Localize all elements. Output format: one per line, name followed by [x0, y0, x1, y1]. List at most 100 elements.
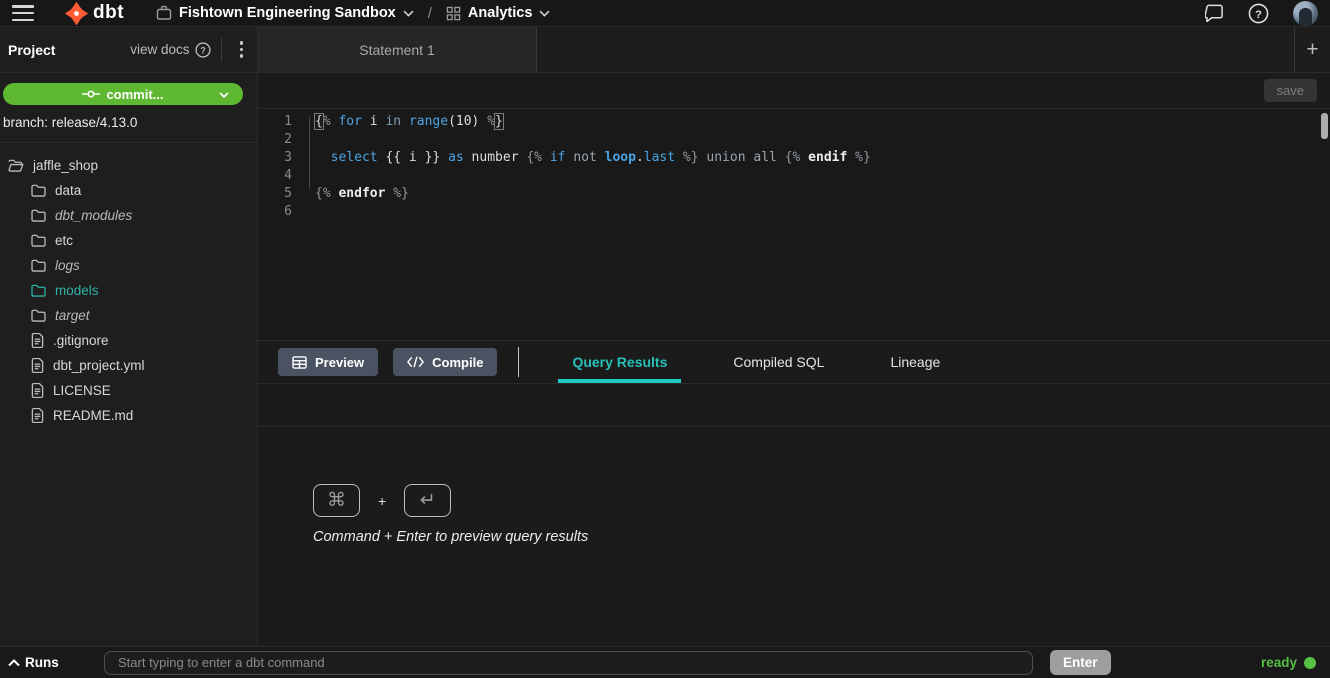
view-docs-label: view docs	[130, 42, 189, 57]
sidebar-title: Project	[8, 42, 55, 58]
chevron-down-icon	[539, 10, 550, 17]
tree-item-logs[interactable]: logs	[0, 253, 257, 278]
results-toolbar: Preview Compile Query Results Compiled SQ…	[258, 340, 1330, 384]
results-tab-compiled-sql[interactable]: Compiled SQL	[719, 341, 838, 383]
code-line[interactable]: 5{% endfor %}	[258, 186, 1330, 204]
editor-tab-bar: Statement 1 +	[258, 27, 1330, 73]
line-content: {% for i in range(10) %}	[292, 114, 503, 132]
tree-item-label: LICENSE	[53, 383, 111, 398]
briefcase-icon	[156, 5, 172, 21]
runs-toggle[interactable]: Runs	[8, 655, 104, 670]
code-line[interactable]: 3 select {{ i }} as number {% if not loo…	[258, 150, 1330, 168]
tree-item-label: etc	[55, 233, 73, 248]
user-avatar[interactable]	[1293, 1, 1318, 26]
hamburger-menu-icon[interactable]	[12, 5, 34, 21]
help-circle-icon: ?	[195, 42, 211, 58]
breadcrumb-separator: /	[428, 5, 432, 22]
tree-item-label: models	[55, 283, 99, 298]
status-indicator: ready	[1261, 655, 1316, 670]
tree-item-dbt-project-yml[interactable]: dbt_project.yml	[0, 353, 257, 378]
line-number: 4	[258, 168, 292, 186]
svg-text:?: ?	[1255, 8, 1262, 20]
save-button[interactable]: save	[1264, 79, 1317, 102]
tree-item-readme-md[interactable]: README.md	[0, 403, 257, 428]
folder-icon	[31, 209, 46, 222]
tab-label: Statement 1	[359, 42, 435, 58]
tree-item-label: jaffle_shop	[33, 158, 98, 173]
command-key-icon: ⌘	[313, 484, 360, 517]
tree-item-label: dbt_project.yml	[53, 358, 145, 373]
chat-icon[interactable]	[1205, 4, 1224, 22]
tree-item-models[interactable]: models	[0, 278, 257, 303]
results-tab-lineage[interactable]: Lineage	[876, 341, 954, 383]
top-bar: dbt Fishtown Engineering Sandbox / Analy…	[0, 0, 1330, 27]
line-number: 6	[258, 204, 292, 222]
editor-column: Statement 1 + save 1{% for i in range(10…	[258, 27, 1330, 646]
code-line[interactable]: 1{% for i in range(10) %}	[258, 114, 1330, 132]
branch-label: branch: release/4.13.0	[0, 105, 257, 142]
enter-button[interactable]: Enter	[1050, 650, 1111, 675]
tree-item-dbt-modules[interactable]: dbt_modules	[0, 203, 257, 228]
tree-item-label: .gitignore	[53, 333, 109, 348]
main-area: Project view docs ? commit... branch: re…	[0, 27, 1330, 646]
line-content	[292, 132, 315, 150]
compile-button[interactable]: Compile	[393, 348, 497, 376]
editor-scrollbar-thumb[interactable]	[1321, 113, 1328, 139]
tree-item-label: target	[55, 308, 90, 323]
tree-item-jaffle-shop[interactable]: jaffle_shop	[0, 153, 257, 178]
table-icon	[292, 356, 307, 369]
tree-item-label: README.md	[53, 408, 133, 423]
plus-separator: +	[378, 493, 386, 509]
editor-toolbar: save	[258, 73, 1330, 108]
code-line[interactable]: 2	[258, 132, 1330, 150]
folder-icon	[31, 309, 46, 322]
chevron-down-icon	[403, 10, 414, 17]
chevron-down-icon[interactable]	[219, 92, 229, 98]
file-icon	[31, 383, 44, 398]
tab-bar-spacer	[537, 27, 1294, 72]
status-label: ready	[1261, 655, 1297, 670]
tree-item-etc[interactable]: etc	[0, 228, 257, 253]
code-lines: 1{% for i in range(10) %}23 select {{ i …	[258, 114, 1330, 222]
tree-item-license[interactable]: LICENSE	[0, 378, 257, 403]
folder-icon	[31, 234, 46, 247]
grid-icon	[446, 6, 461, 21]
folder-icon	[31, 259, 46, 272]
code-line[interactable]: 6	[258, 204, 1330, 222]
shortcut-hint-text: Command + Enter to preview query results	[313, 529, 588, 545]
environment-selector[interactable]: Analytics	[446, 5, 550, 21]
tab-statement-1[interactable]: Statement 1	[258, 27, 537, 72]
indent-guide	[309, 117, 310, 189]
dbt-logo-mark-icon	[64, 1, 89, 26]
kebab-menu-icon[interactable]	[232, 37, 252, 62]
tree-item-label: data	[55, 183, 81, 198]
preview-button[interactable]: Preview	[278, 348, 378, 376]
file-tree: jaffle_shopdata dbt_modulesetc logs models t…	[0, 143, 257, 428]
folder-icon	[31, 184, 46, 197]
tree-item-target[interactable]: target	[0, 303, 257, 328]
project-selector[interactable]: Fishtown Engineering Sandbox	[156, 5, 414, 21]
git-commit-icon	[82, 89, 100, 99]
tree-item-label: logs	[55, 258, 80, 273]
code-line[interactable]: 4	[258, 168, 1330, 186]
results-tab-query-results[interactable]: Query Results	[558, 341, 681, 383]
tree-item-data[interactable]: data	[0, 178, 257, 203]
help-icon[interactable]: ?	[1248, 3, 1269, 24]
command-input[interactable]	[104, 651, 1033, 675]
environment-selector-label: Analytics	[468, 5, 532, 21]
file-icon	[31, 408, 44, 423]
commit-button[interactable]: commit...	[3, 83, 243, 105]
toolbar-divider	[518, 347, 519, 377]
line-content: select {{ i }} as number {% if not loop.…	[292, 150, 871, 168]
view-docs-link[interactable]: view docs ?	[130, 42, 210, 58]
folder-open-icon	[8, 159, 24, 172]
code-editor[interactable]: 1{% for i in range(10) %}23 select {{ i …	[258, 108, 1330, 340]
tree-item--gitignore[interactable]: .gitignore	[0, 328, 257, 353]
sidebar-header: Project view docs ?	[0, 27, 257, 73]
dbt-logo: dbt	[64, 1, 124, 26]
line-number: 5	[258, 186, 292, 204]
results-tabs: Query Results Compiled SQL Lineage	[539, 341, 973, 383]
file-icon	[31, 333, 44, 348]
new-tab-button[interactable]: +	[1294, 27, 1330, 72]
dbt-logo-text: dbt	[93, 2, 124, 24]
